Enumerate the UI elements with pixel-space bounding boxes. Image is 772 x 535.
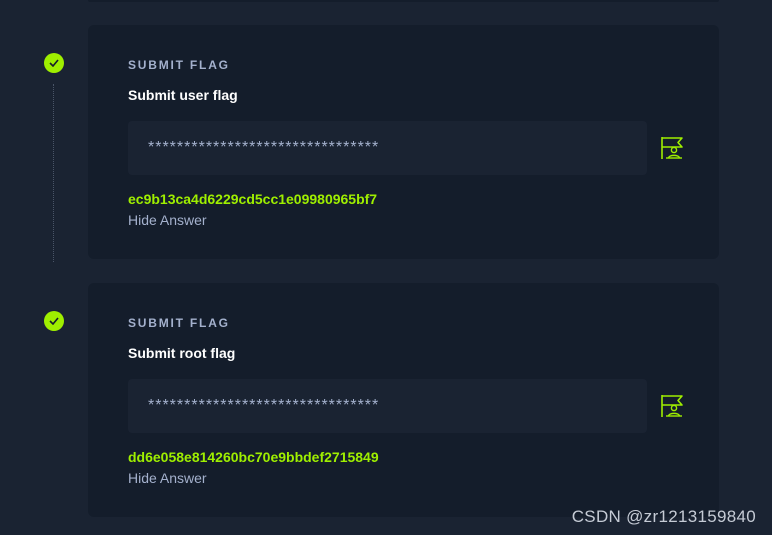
hide-answer-link[interactable]: Hide Answer bbox=[128, 212, 207, 228]
task-overline: SUBMIT FLAG bbox=[128, 316, 230, 330]
previous-card-edge bbox=[88, 0, 719, 2]
task-card-user-flag: SUBMIT FLAG Submit user flag ***********… bbox=[88, 25, 719, 259]
watermark: CSDN @zr1213159840 bbox=[571, 507, 756, 526]
task-title: Submit user flag bbox=[128, 87, 238, 103]
submit-flag-icon[interactable] bbox=[660, 136, 686, 160]
completed-check-icon bbox=[44, 311, 64, 331]
flag-input[interactable]: ******************************** bbox=[128, 379, 647, 433]
flag-answer: ec9b13ca4d6229cd5cc1e09980965bf7 bbox=[128, 191, 378, 207]
completed-check-icon bbox=[44, 53, 64, 73]
task-overline: SUBMIT FLAG bbox=[128, 58, 230, 72]
timeline-connector bbox=[53, 84, 56, 262]
submit-flag-icon[interactable] bbox=[660, 394, 686, 418]
flag-answer: dd6e058e814260bc70e9bbdef2715849 bbox=[128, 449, 379, 465]
flag-input[interactable]: ******************************** bbox=[128, 121, 647, 175]
hide-answer-link[interactable]: Hide Answer bbox=[128, 470, 207, 486]
task-card-root-flag: SUBMIT FLAG Submit root flag ***********… bbox=[88, 283, 719, 517]
task-title: Submit root flag bbox=[128, 345, 236, 361]
